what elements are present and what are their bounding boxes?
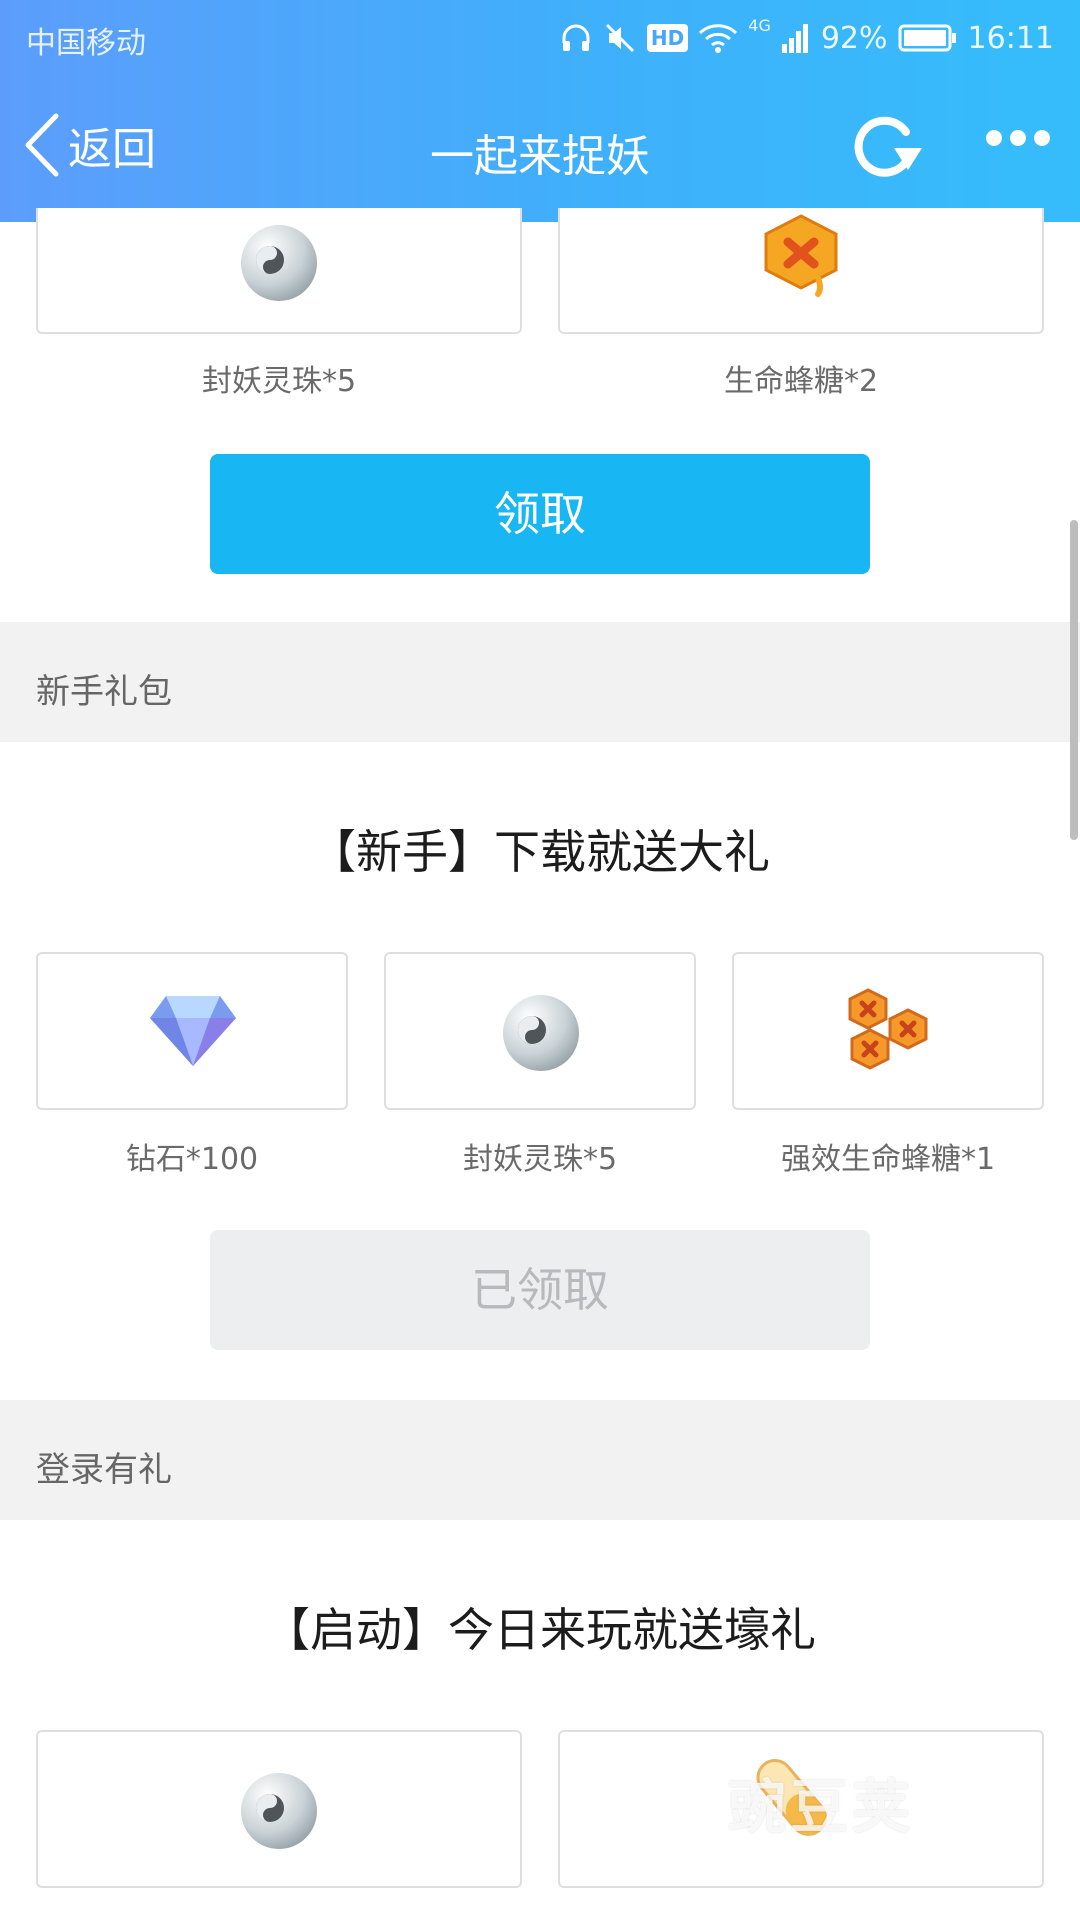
item-card — [36, 952, 348, 1110]
item-caption: 封妖灵珠*5 — [462, 1142, 618, 1177]
wifi-icon — [699, 24, 738, 53]
section-title: 登录有礼 — [36, 1450, 172, 1490]
hd-badge: HD — [646, 24, 689, 52]
battery-percent: 92% — [820, 20, 888, 56]
more-dot-icon — [1034, 130, 1050, 146]
section-header-login: 登录有礼 — [0, 1400, 1080, 1520]
network-type: 4G — [748, 16, 771, 35]
item-card — [36, 1730, 522, 1888]
more-dot-icon — [1010, 130, 1026, 146]
claim-button[interactable]: 领取 — [210, 454, 870, 574]
refresh-icon — [854, 116, 922, 177]
honey-candy-icon — [764, 214, 838, 297]
item-caption: 强效生命蜂糖*1 — [780, 1142, 996, 1177]
yin-yang-orb-icon — [503, 995, 579, 1071]
item-card — [558, 208, 1044, 334]
mute-icon — [605, 23, 634, 53]
carrier-label: 中国移动 — [26, 26, 146, 61]
yin-yang-orb-icon — [241, 225, 317, 301]
more-button[interactable] — [986, 130, 1050, 146]
diamond-icon — [150, 996, 236, 1066]
status-bar: 中国移动 HD 4G 92% 16:11 — [0, 0, 1080, 76]
item-card — [384, 952, 696, 1110]
section-header-newbie: 新手礼包 — [0, 622, 1080, 742]
signal-icon — [781, 24, 808, 53]
headphones-icon — [562, 24, 590, 51]
yin-yang-orb-icon — [241, 1773, 317, 1849]
item-caption: 封妖灵珠*5 — [201, 364, 357, 399]
battery-icon — [898, 24, 956, 52]
gift-title: 【新手】下载就送大礼 — [310, 825, 770, 879]
item-card — [36, 208, 522, 334]
nav-bar: 返回 一起来捉妖 — [0, 90, 1080, 210]
refresh-button[interactable] — [846, 108, 926, 192]
claimed-button: 已领取 — [210, 1230, 870, 1350]
app-header: 中国移动 HD 4G 92% 16:11 返回 一起来捉妖 — [0, 0, 1080, 222]
item-caption: 钻石*100 — [125, 1142, 259, 1177]
clock: 16:11 — [967, 20, 1054, 56]
item-caption: 生命蜂糖*2 — [723, 364, 879, 399]
gift-title: 【启动】今日来玩就送壕礼 — [264, 1603, 816, 1657]
more-dot-icon — [986, 130, 1002, 146]
watermark-logo: 豌豆荚 — [728, 1773, 915, 1841]
section-title: 新手礼包 — [36, 672, 172, 712]
honeycomb-candy-icon — [848, 988, 928, 1070]
scrollbar[interactable] — [1070, 520, 1078, 840]
item-card — [732, 952, 1044, 1110]
status-icons: HD 4G 92% 16:11 — [559, 14, 1054, 62]
